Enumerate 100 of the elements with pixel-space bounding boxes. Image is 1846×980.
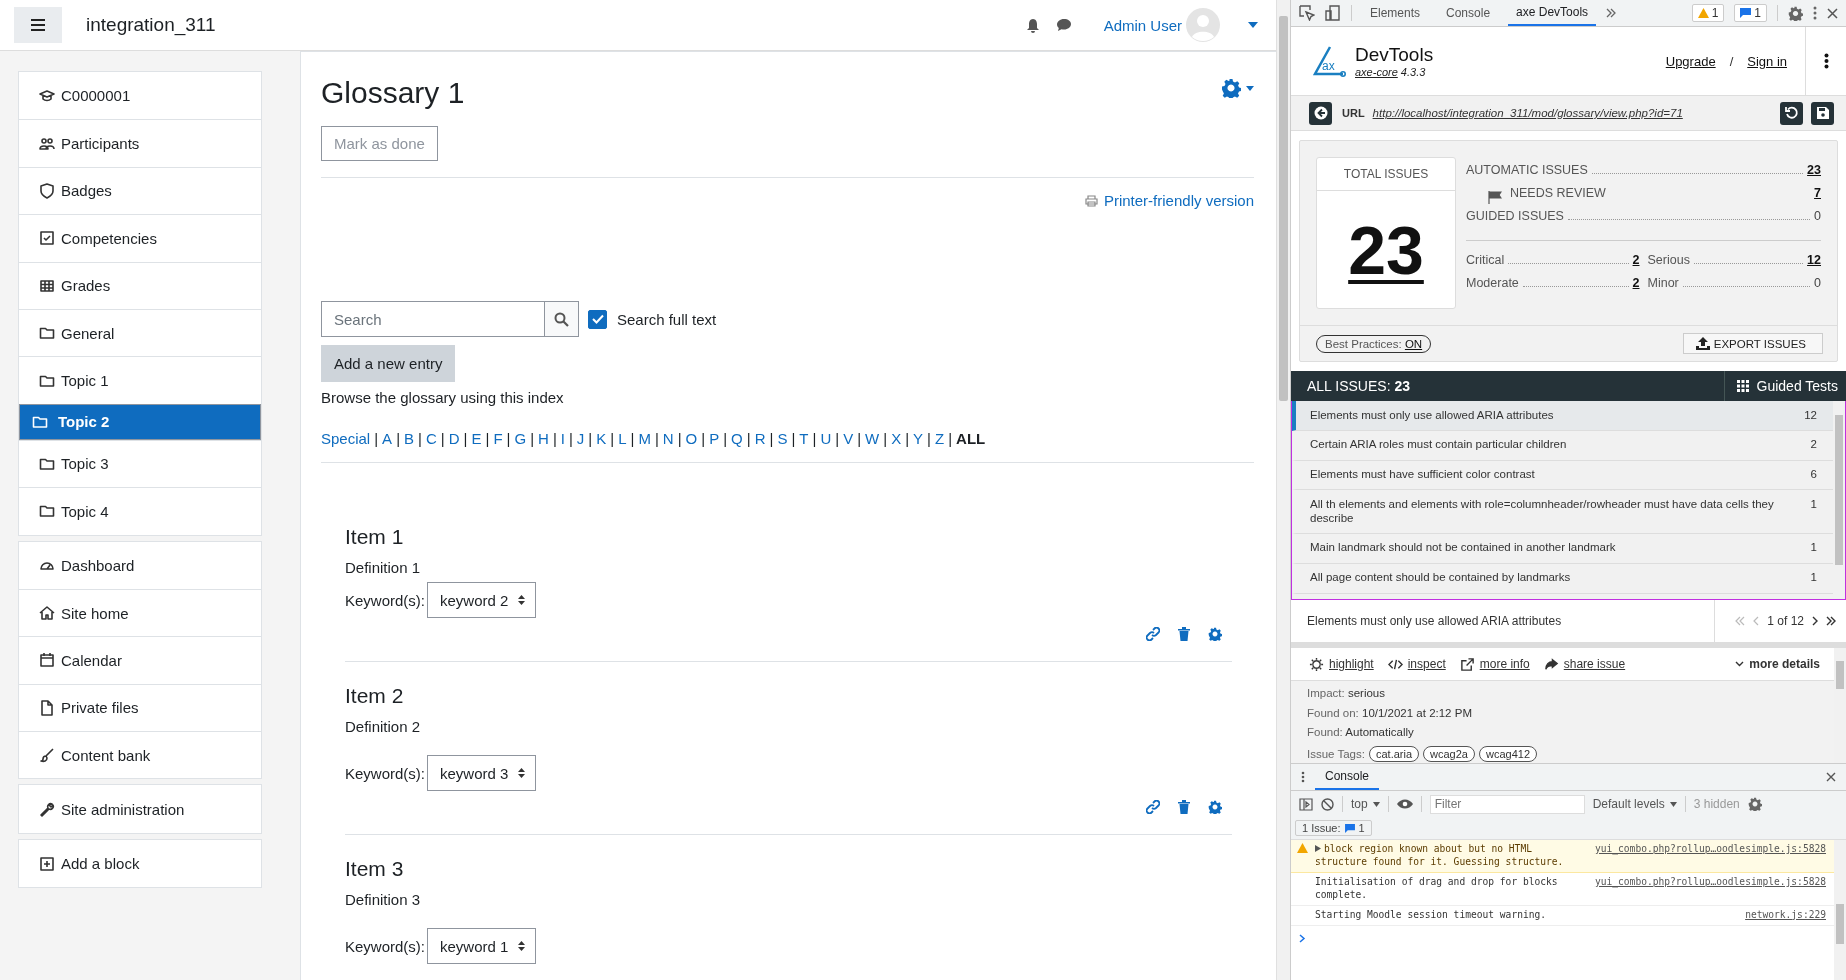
- sidebar-item[interactable]: Topic 3: [19, 439, 261, 488]
- url-link[interactable]: http://localhost/integration_311/mod/glossary/view.php?id=71: [1372, 107, 1683, 119]
- sidebar-item[interactable]: Add a block: [19, 839, 261, 888]
- more-details-toggle[interactable]: more details: [1735, 657, 1820, 671]
- settings-icon[interactable]: [1747, 797, 1762, 811]
- eye-icon[interactable]: [1396, 799, 1413, 809]
- index-letter-link[interactable]: J: [576, 430, 585, 447]
- device-toolbar-icon[interactable]: [1325, 5, 1341, 21]
- warning-count-badge[interactable]: 1: [1691, 4, 1725, 22]
- issue-row[interactable]: All page content should be contained by landmarks 1: [1292, 563, 1833, 594]
- search-button[interactable]: [545, 301, 579, 337]
- index-letter-link[interactable]: M: [638, 430, 651, 447]
- kebab-menu-icon[interactable]: [1301, 771, 1305, 783]
- sidebar-item[interactable]: C0000001: [19, 72, 261, 120]
- issue-action-link[interactable]: more info: [1479, 657, 1530, 671]
- sign-in-link[interactable]: Sign in: [1747, 53, 1787, 69]
- message-count-badge[interactable]: 1: [1734, 4, 1767, 22]
- issues-badge[interactable]: 1 Issue: 1: [1295, 820, 1372, 836]
- close-icon[interactable]: [1827, 7, 1838, 19]
- index-letter-link[interactable]: O: [685, 430, 698, 447]
- summary-count[interactable]: 23: [1807, 163, 1821, 177]
- summary-count[interactable]: 7: [1814, 186, 1821, 200]
- settings-icon[interactable]: [1208, 800, 1222, 814]
- index-letter-link[interactable]: Y: [913, 430, 924, 447]
- keyword-select[interactable]: keyword 3: [427, 755, 537, 791]
- issue-action-link[interactable]: share issue: [1563, 657, 1626, 671]
- index-letter-link[interactable]: Z: [935, 430, 945, 447]
- best-practices-toggle[interactable]: Best Practices: ON: [1316, 334, 1432, 353]
- index-letter-link[interactable]: N: [662, 430, 674, 447]
- kebab-menu-icon[interactable]: [1823, 53, 1829, 69]
- index-letter-link[interactable]: X: [891, 430, 902, 447]
- sidebar-item[interactable]: Badges: [19, 166, 261, 215]
- console-message[interactable]: block region known about but no HTML structure found for it. Guessing structure.: [1315, 843, 1595, 869]
- menu-button[interactable]: [14, 7, 62, 43]
- impact-count[interactable]: 12: [1807, 253, 1821, 267]
- settings-icon[interactable]: [1788, 5, 1803, 21]
- filter-field[interactable]: Filter: [1429, 794, 1585, 814]
- issue-action-link[interactable]: inspect: [1407, 657, 1446, 671]
- context-dropdown[interactable]: top: [1351, 797, 1380, 811]
- trash-icon[interactable]: [1178, 627, 1190, 641]
- issue-action-link[interactable]: highlight: [1329, 657, 1374, 671]
- caret-icon[interactable]: [1248, 22, 1258, 28]
- add-entry-button[interactable]: Add a new entry: [321, 345, 456, 382]
- user-name[interactable]: Admin User: [1103, 16, 1182, 34]
- keyword-select[interactable]: keyword 2: [427, 582, 537, 618]
- settings-icon[interactable]: [1208, 627, 1222, 641]
- caret-icon[interactable]: [1246, 85, 1254, 91]
- scrollbar[interactable]: [1833, 401, 1845, 599]
- issue-row[interactable]: Elements must only use allowed ARIA attributes 12: [1292, 401, 1833, 431]
- issue-row[interactable]: Main landmark should not be contained in another landmark 1: [1292, 534, 1833, 564]
- close-icon[interactable]: [1826, 772, 1836, 782]
- index-letter-link[interactable]: G: [514, 430, 527, 447]
- index-letter-link[interactable]: F: [493, 430, 503, 447]
- sidebar-item[interactable]: Topic 2: [19, 403, 261, 440]
- bell-icon[interactable]: [1025, 17, 1040, 33]
- index-letter-link[interactable]: B: [404, 430, 415, 447]
- sidebar-item[interactable]: Content bank: [19, 731, 261, 779]
- source-link[interactable]: yui_combo.php?rollup…oodlesimple.js:5828: [1594, 875, 1826, 889]
- index-letter-link[interactable]: P: [709, 430, 720, 447]
- sidebar-item[interactable]: Calendar: [19, 636, 261, 684]
- scrollbar[interactable]: [1276, 0, 1290, 980]
- index-letter-link[interactable]: D: [448, 430, 460, 447]
- checkbox-label[interactable]: Search full text: [617, 310, 717, 328]
- inspect-element-icon[interactable]: [1299, 5, 1315, 21]
- sidebar-item[interactable]: Competencies: [19, 214, 261, 262]
- index-letter-link[interactable]: U: [820, 430, 832, 447]
- expand-triangle-icon[interactable]: [1315, 845, 1321, 852]
- trash-icon[interactable]: [1178, 800, 1190, 814]
- index-letter-link[interactable]: Q: [731, 430, 743, 447]
- index-letter-link[interactable]: T: [799, 430, 809, 447]
- rescan-button[interactable]: [1780, 101, 1803, 125]
- sidebar-item[interactable]: Topic 1: [19, 356, 261, 404]
- clear-console-icon[interactable]: [1321, 797, 1334, 811]
- sidebar-item[interactable]: General: [19, 308, 261, 357]
- index-letter-link[interactable]: ALL: [956, 430, 986, 447]
- upgrade-link[interactable]: Upgrade: [1665, 53, 1716, 69]
- issue-row[interactable]: All th elements and elements with role=columnheader/rowheader must have data cells they describe 1: [1292, 490, 1833, 534]
- prompt-icon[interactable]: [1299, 933, 1306, 943]
- sidebar-item[interactable]: Topic 4: [19, 487, 261, 535]
- sidebar-item[interactable]: Private files: [19, 683, 261, 732]
- source-link[interactable]: network.js:229: [1745, 908, 1826, 922]
- devtools-tab[interactable]: axe DevTools: [1508, 0, 1597, 26]
- index-letter-link[interactable]: H: [538, 430, 549, 447]
- index-letter-link[interactable]: V: [843, 430, 854, 447]
- sidebar-item[interactable]: Site home: [19, 588, 261, 637]
- issue-row[interactable]: Certain ARIA roles must contain particular children 2: [1292, 430, 1833, 461]
- printer-friendly-link[interactable]: Printer-friendly version: [1103, 192, 1254, 209]
- scrollbar[interactable]: [1834, 840, 1846, 980]
- site-name[interactable]: integration_311: [86, 14, 216, 36]
- save-button[interactable]: [1811, 101, 1834, 125]
- index-letter-link[interactable]: L: [618, 430, 627, 447]
- index-letter-link[interactable]: I: [560, 430, 565, 447]
- index-letter-link[interactable]: E: [471, 430, 482, 447]
- index-letter-link[interactable]: K: [596, 430, 607, 447]
- index-letter-link[interactable]: R: [754, 430, 766, 447]
- sidebar-item[interactable]: Grades: [19, 261, 261, 309]
- devtools-tab[interactable]: Console: [1438, 0, 1499, 26]
- sidebar-item[interactable]: Participants: [19, 119, 261, 167]
- sidebar-item[interactable]: Dashboard: [19, 541, 261, 589]
- sidebar-item[interactable]: Site administration: [19, 785, 261, 833]
